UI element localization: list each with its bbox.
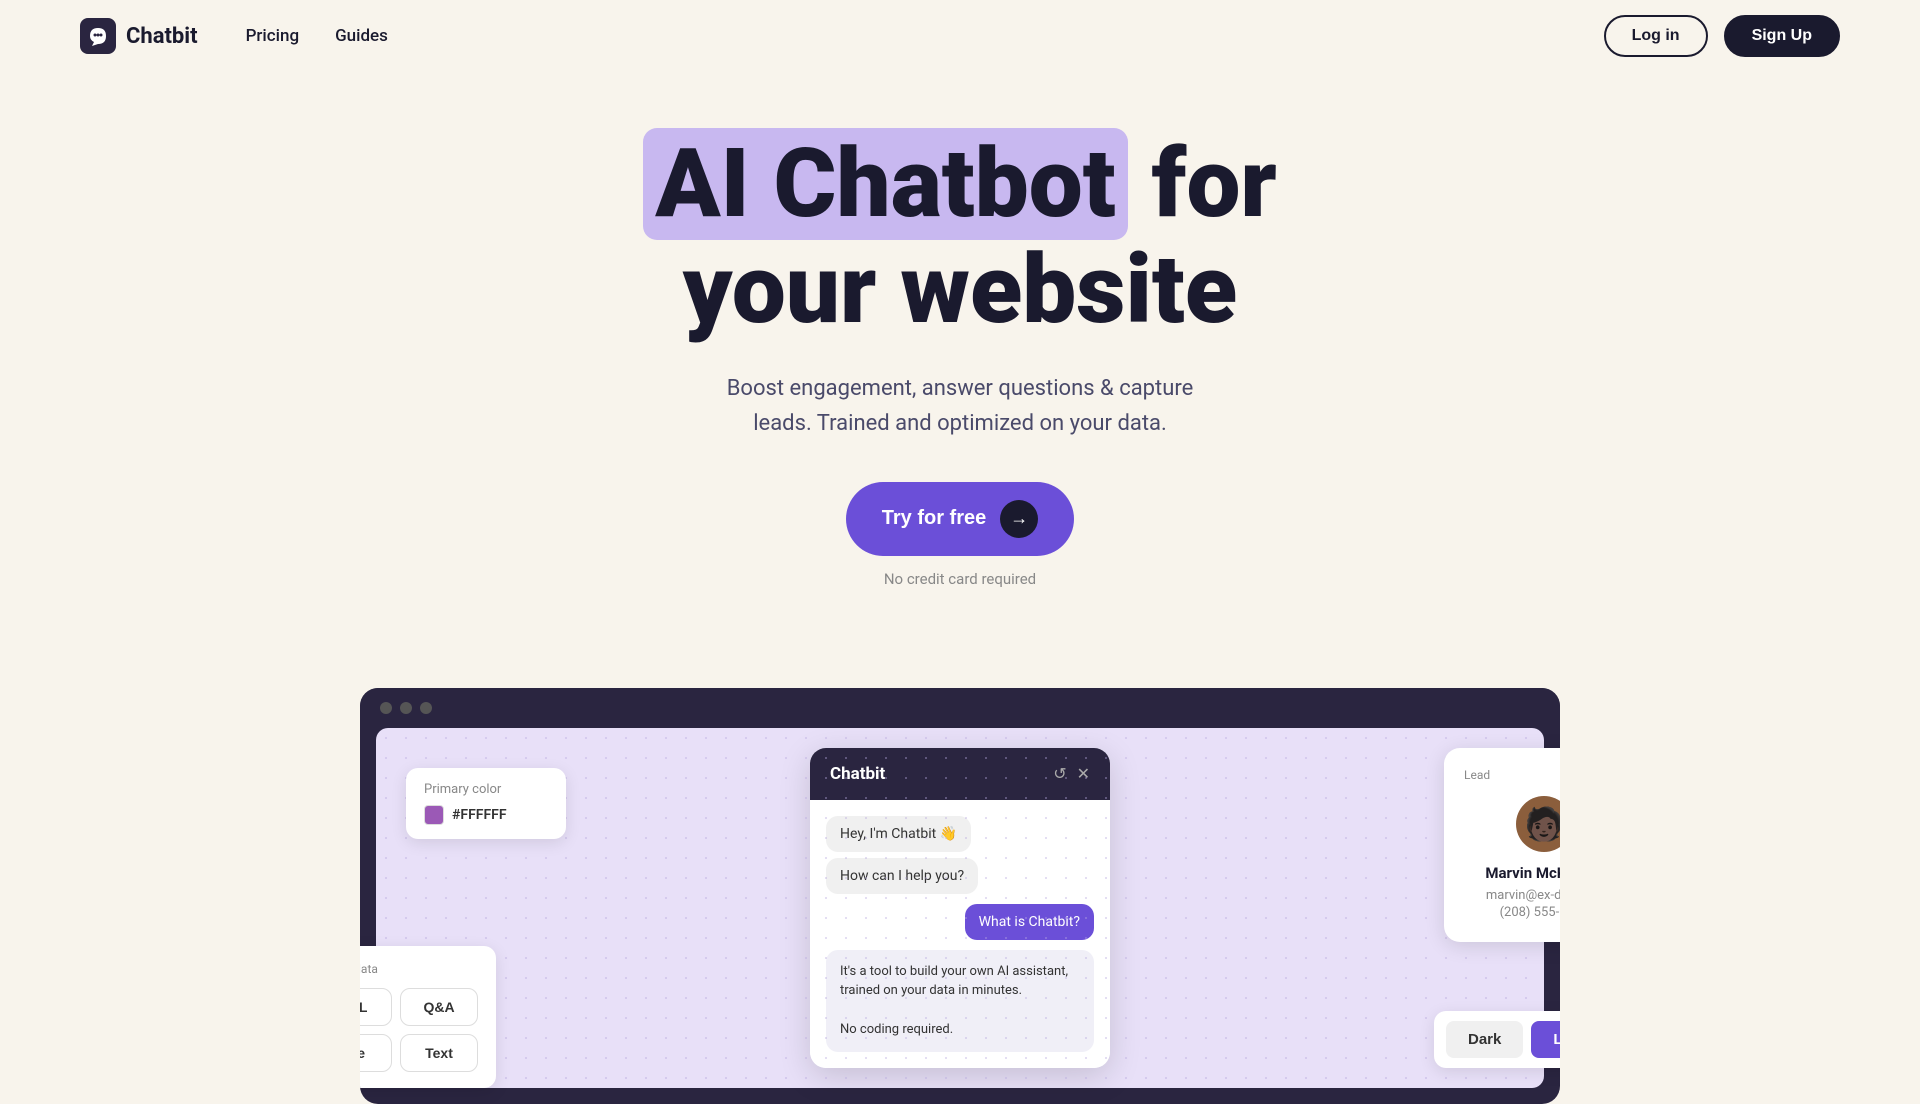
login-button[interactable]: Log in [1604, 15, 1708, 57]
hero-highlight: AI Chatbot [643, 128, 1128, 240]
hero-section: AI Chatbot for your website Boost engage… [0, 72, 1920, 608]
lead-label: Lead [1464, 768, 1560, 782]
dark-theme-button[interactable]: Dark [1446, 1021, 1523, 1058]
demo-section: Primary color #FFFFFF Chatbit ↺ ✕ [360, 688, 1560, 1104]
browser-dot-3 [420, 702, 432, 714]
dark-light-card: Dark Light [1434, 1011, 1560, 1068]
logo-icon [80, 18, 116, 54]
chat-header-icons: ↺ ✕ [1053, 764, 1090, 783]
browser-content: Primary color #FFFFFF Chatbit ↺ ✕ [376, 728, 1544, 1088]
chat-response-2: No coding required. [840, 1022, 953, 1037]
nav-pricing[interactable]: Pricing [246, 26, 300, 46]
refresh-icon[interactable]: ↺ [1053, 764, 1066, 783]
chat-msg-help: How can I help you? [826, 858, 978, 894]
chat-header: Chatbit ↺ ✕ [810, 748, 1110, 800]
arrow-icon: → [1000, 500, 1038, 538]
no-credit-label: No credit card required [20, 570, 1900, 588]
try-free-button[interactable]: Try for free → [846, 482, 1074, 556]
nav-left: Chatbit Pricing Guides [80, 18, 388, 54]
close-icon[interactable]: ✕ [1077, 764, 1090, 783]
browser-bar [360, 688, 1560, 728]
nav-right: Log in Sign Up [1604, 15, 1840, 57]
source-data-grid: URL Q&A File Text [360, 988, 478, 1072]
primary-color-label: Primary color [424, 782, 548, 797]
chat-msg-response: It's a tool to build your own AI assista… [826, 950, 1094, 1052]
primary-color-card: Primary color #FFFFFF [406, 768, 566, 839]
chat-msg-greeting: Hey, I'm Chatbit 👋 [826, 816, 971, 852]
lead-avatar: 🧑🏿 [1516, 796, 1560, 852]
primary-color-value: #FFFFFF [424, 805, 548, 825]
source-btn-file[interactable]: File [360, 1034, 392, 1072]
lead-phone: (208) 555-0112 [1464, 905, 1560, 920]
chat-response-1: It's a tool to build your own AI assista… [840, 964, 1068, 999]
chat-header-title: Chatbit [830, 764, 885, 784]
logo-text: Chatbit [126, 24, 198, 49]
source-btn-text[interactable]: Text [400, 1034, 478, 1072]
browser-dot-2 [400, 702, 412, 714]
source-btn-qa[interactable]: Q&A [400, 988, 478, 1026]
source-data-card: Source data URL Q&A File Text [360, 946, 496, 1088]
source-data-label: Source data [360, 962, 478, 976]
chat-widget: Chatbit ↺ ✕ Hey, I'm Chatbit 👋 How can I… [810, 748, 1110, 1068]
lead-email: marvin@ex-dot.com [1464, 888, 1560, 903]
color-swatch [424, 805, 444, 825]
browser-window: Primary color #FFFFFF Chatbit ↺ ✕ [360, 688, 1560, 1104]
lead-card: Lead 🧑🏿 Marvin McKinney marvin@ex-dot.co… [1444, 748, 1560, 942]
try-free-label: Try for free [882, 507, 986, 530]
hero-title: AI Chatbot for your website [20, 132, 1900, 343]
chat-msg-user: What is Chatbit? [965, 904, 1094, 940]
nav-guides[interactable]: Guides [335, 26, 388, 46]
browser-dot-1 [380, 702, 392, 714]
chat-body: Hey, I'm Chatbit 👋 How can I help you? W… [810, 800, 1110, 1068]
signup-button[interactable]: Sign Up [1724, 15, 1840, 57]
source-btn-url[interactable]: URL [360, 988, 392, 1026]
logo[interactable]: Chatbit [80, 18, 198, 54]
nav-links: Pricing Guides [246, 26, 388, 46]
color-hex: #FFFFFF [452, 807, 507, 823]
navbar: Chatbit Pricing Guides Log in Sign Up [0, 0, 1920, 72]
hero-subtitle: Boost engagement, answer questions & cap… [710, 371, 1210, 441]
lead-name: Marvin McKinney [1464, 864, 1560, 882]
light-theme-button[interactable]: Light [1531, 1021, 1560, 1058]
